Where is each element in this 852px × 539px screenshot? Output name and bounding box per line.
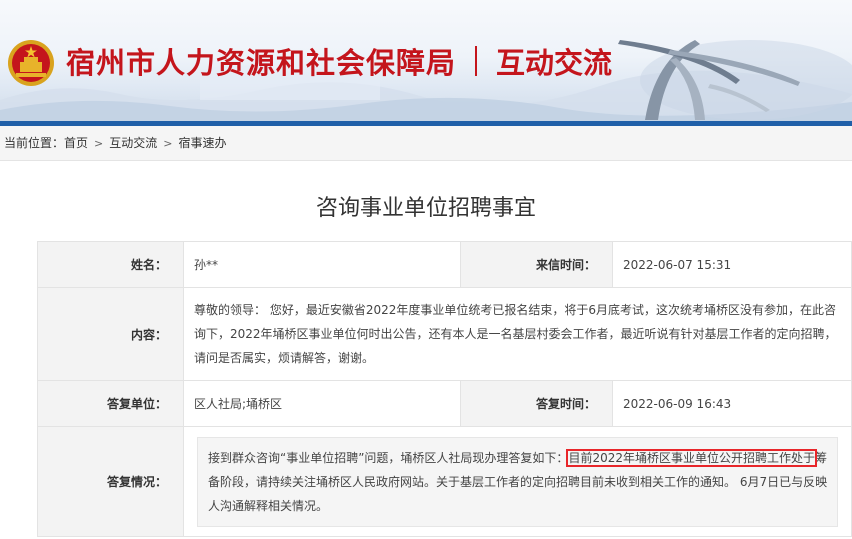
breadcrumb-separator-icon: > <box>94 137 104 150</box>
date-label: 来信时间： <box>460 241 613 288</box>
site-title: 宿州市人力资源和社会保障局 <box>66 46 457 80</box>
breadcrumb-home-link[interactable]: 首页 <box>64 126 88 160</box>
detail-table: 姓名： 孙** 来信时间： 2022-06-07 15:31 内容： 尊敬的领导… <box>37 241 852 537</box>
content-label: 内容： <box>37 287 184 381</box>
breadcrumb-prefix: 当前位置： <box>4 136 65 150</box>
reply-label: 答复情况： <box>37 426 184 537</box>
reply-unit-value: 区人社局;埇桥区 <box>183 380 461 427</box>
reply-cell: 接到群众咨询“事业单位招聘”问题，埇桥区人社局现办理答复如下：目前2022年埇桥… <box>183 426 852 537</box>
table-row: 内容： 尊敬的领导： 您好，最近安徽省2022年度事业单位统考已报名结束，将于6… <box>37 287 852 381</box>
content-value: 尊敬的领导： 您好，最近安徽省2022年度事业单位统考已报名结束，将于6月底考试… <box>183 287 852 381</box>
reply-unit-label: 答复单位： <box>37 380 184 427</box>
reply-text-part1: 接到群众咨询“事业单位招聘”问题，埇桥区人社局现办理答复如下： <box>208 450 569 465</box>
header-banner: 宿州市人力资源和社会保障局 互动交流 <box>0 0 852 126</box>
date-value: 2022-06-07 15:31 <box>612 241 852 288</box>
name-label: 姓名： <box>37 241 184 288</box>
breadcrumb-interaction-link[interactable]: 互动交流 <box>109 126 157 160</box>
reply-highlight: 目前2022年埇桥区事业单位公开招聘工作处于 <box>566 448 817 467</box>
national-emblem-icon <box>8 40 54 86</box>
reply-time-value: 2022-06-09 16:43 <box>612 380 852 427</box>
section-title: 互动交流 <box>496 46 613 80</box>
reply-content: 接到群众咨询“事业单位招聘”问题，埇桥区人社局现办理答复如下：目前2022年埇桥… <box>197 436 838 527</box>
table-row: 答复单位： 区人社局;埇桥区 答复时间： 2022-06-09 16:43 <box>37 380 852 427</box>
table-row: 答复情况： 接到群众咨询“事业单位招聘”问题，埇桥区人社局现办理答复如下：目前2… <box>37 426 852 537</box>
breadcrumb-current-link[interactable]: 宿事速办 <box>178 126 226 160</box>
table-row: 姓名： 孙** 来信时间： 2022-06-07 15:31 <box>37 241 852 288</box>
reply-time-label: 答复时间： <box>460 380 613 427</box>
breadcrumb-separator-icon: > <box>163 137 173 150</box>
title-separator <box>475 46 477 76</box>
breadcrumb: 当前位置：首页 > 互动交流 > 宿事速办 <box>0 126 852 161</box>
sculpture-illustration <box>618 40 852 120</box>
page-title: 咨询事业单位招聘事宜 <box>315 196 536 221</box>
name-value: 孙** <box>183 241 461 288</box>
